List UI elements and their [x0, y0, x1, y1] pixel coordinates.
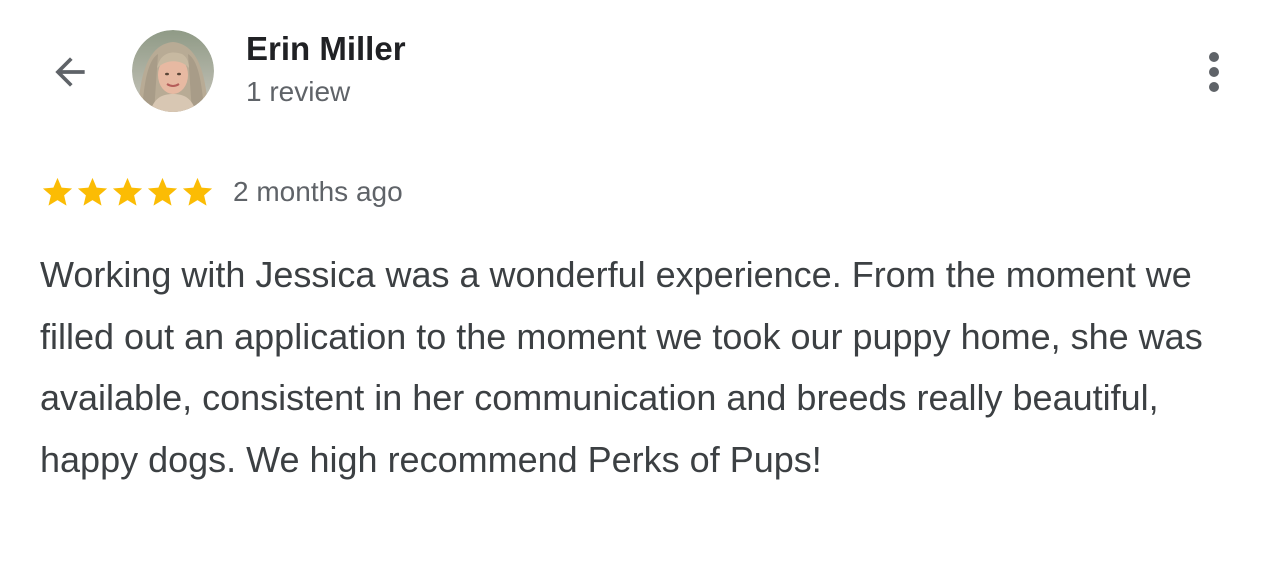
review-date: 2 months ago	[233, 176, 403, 207]
back-button[interactable]	[40, 44, 100, 100]
rating-row: 2 months ago	[40, 172, 403, 212]
star-icon	[112, 177, 143, 206]
star-icon	[42, 177, 73, 206]
more-options-button[interactable]	[1192, 44, 1236, 100]
more-vert-icon	[1209, 52, 1219, 92]
reviewer-avatar-image	[132, 30, 214, 112]
star-icon	[182, 177, 213, 206]
review-count: 1 review	[246, 76, 351, 107]
reviewer-name[interactable]: Erin Miller	[246, 30, 406, 68]
avatar[interactable]	[132, 30, 214, 112]
review-header: Erin Miller 1 review	[0, 0, 1284, 140]
review-text: Working with Jessica was a wonderful exp…	[40, 254, 1203, 480]
star-icon	[77, 177, 108, 206]
star-icon	[147, 177, 178, 206]
arrow-left-icon	[55, 57, 85, 87]
star-rating	[40, 175, 215, 210]
